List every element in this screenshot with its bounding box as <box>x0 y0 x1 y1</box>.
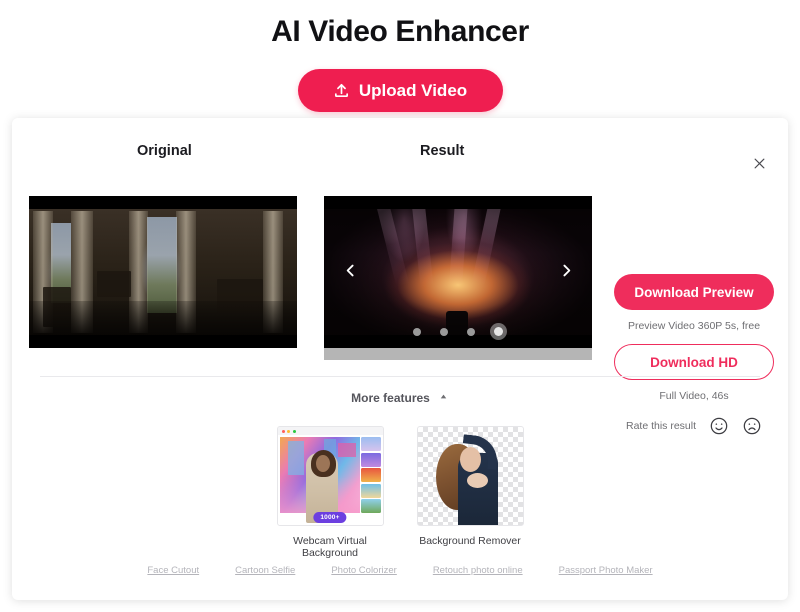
result-scrollbar[interactable] <box>324 348 592 360</box>
link-cartoon-selfie[interactable]: Cartoon Selfie <box>235 565 295 576</box>
furniture <box>97 271 131 297</box>
section-divider <box>40 376 760 377</box>
strip-thumb <box>360 452 381 467</box>
link-passport-photo-maker[interactable]: Passport Photo Maker <box>559 565 653 576</box>
feature-caption: Background Remover <box>419 535 521 547</box>
chevron-up-icon <box>438 390 449 405</box>
link-face-cutout[interactable]: Face Cutout <box>147 565 199 576</box>
carousel-dot[interactable] <box>467 327 475 336</box>
upload-video-label: Upload Video <box>358 80 468 100</box>
page-title: AI Video Enhancer <box>271 15 529 48</box>
model-chest <box>466 473 488 488</box>
more-features-toggle[interactable]: More features <box>12 390 788 405</box>
original-video-frame <box>29 209 297 335</box>
webcam-scene <box>279 437 360 523</box>
background-remover-thumbnail <box>416 426 524 526</box>
original-video-preview[interactable] <box>29 196 297 348</box>
carousel-prev-button[interactable] <box>336 258 364 286</box>
window-center <box>147 217 177 313</box>
feature-caption: Webcam Virtual Background <box>293 535 367 559</box>
carousel-dot[interactable] <box>440 327 448 336</box>
carousel-dot-active[interactable] <box>494 327 503 336</box>
download-preview-button[interactable]: Download Preview <box>614 274 774 310</box>
feature-card-background-remover[interactable]: Background Remover <box>416 426 524 559</box>
traffic-light-red <box>281 429 285 433</box>
chevron-left-icon <box>342 262 359 282</box>
carousel-dots <box>324 327 592 336</box>
window-title-bar <box>277 427 383 435</box>
result-video-preview[interactable] <box>324 196 592 348</box>
link-photo-colorizer[interactable]: Photo Colorizer <box>331 565 396 576</box>
link-retouch-photo-online[interactable]: Retouch photo online <box>433 565 523 576</box>
result-card: Original Result Download Preview Preview… <box>12 118 788 600</box>
feature-badge: 1000+ <box>313 512 347 523</box>
actions-panel: Download Preview Preview Video 360P 5s, … <box>614 274 774 436</box>
feature-card-webcam-virtual-background[interactable]: 1000+ Webcam Virtual Background <box>276 426 384 559</box>
scene-shape <box>337 443 356 457</box>
strip-thumb <box>360 437 381 451</box>
background-thumbnail-strip <box>360 437 381 513</box>
footer-links: Face Cutout Cartoon Selfie Photo Coloriz… <box>12 565 788 576</box>
traffic-light-yellow <box>287 429 290 433</box>
strip-thumb <box>360 483 381 498</box>
strip-thumb <box>360 468 381 482</box>
webcam-thumbnail: 1000+ <box>276 426 384 526</box>
hero-section: AI Video Enhancer Upload Video <box>0 0 800 112</box>
feature-cards: 1000+ Webcam Virtual Background Backgrou… <box>12 426 788 559</box>
upload-video-button[interactable]: Upload Video <box>297 69 503 112</box>
result-panel-label: Result <box>420 143 465 159</box>
download-hd-button[interactable]: Download HD <box>614 344 774 380</box>
model-head <box>459 447 481 472</box>
scene-shape <box>287 441 304 475</box>
carousel-next-button[interactable] <box>552 258 580 286</box>
chevron-right-icon <box>558 262 575 282</box>
more-features-label: More features <box>351 390 430 405</box>
foreground-shadow <box>29 301 297 335</box>
page-root: AI Video Enhancer Upload Video Original … <box>0 0 800 612</box>
strip-thumb <box>360 499 381 513</box>
preview-caption: Preview Video 360P 5s, free <box>627 320 761 332</box>
upload-icon <box>333 82 350 99</box>
carousel-dot[interactable] <box>413 327 421 336</box>
original-panel-label: Original <box>137 143 192 159</box>
traffic-light-green <box>292 429 296 433</box>
person-head <box>315 455 330 472</box>
panel-labels: Original Result <box>12 143 788 165</box>
